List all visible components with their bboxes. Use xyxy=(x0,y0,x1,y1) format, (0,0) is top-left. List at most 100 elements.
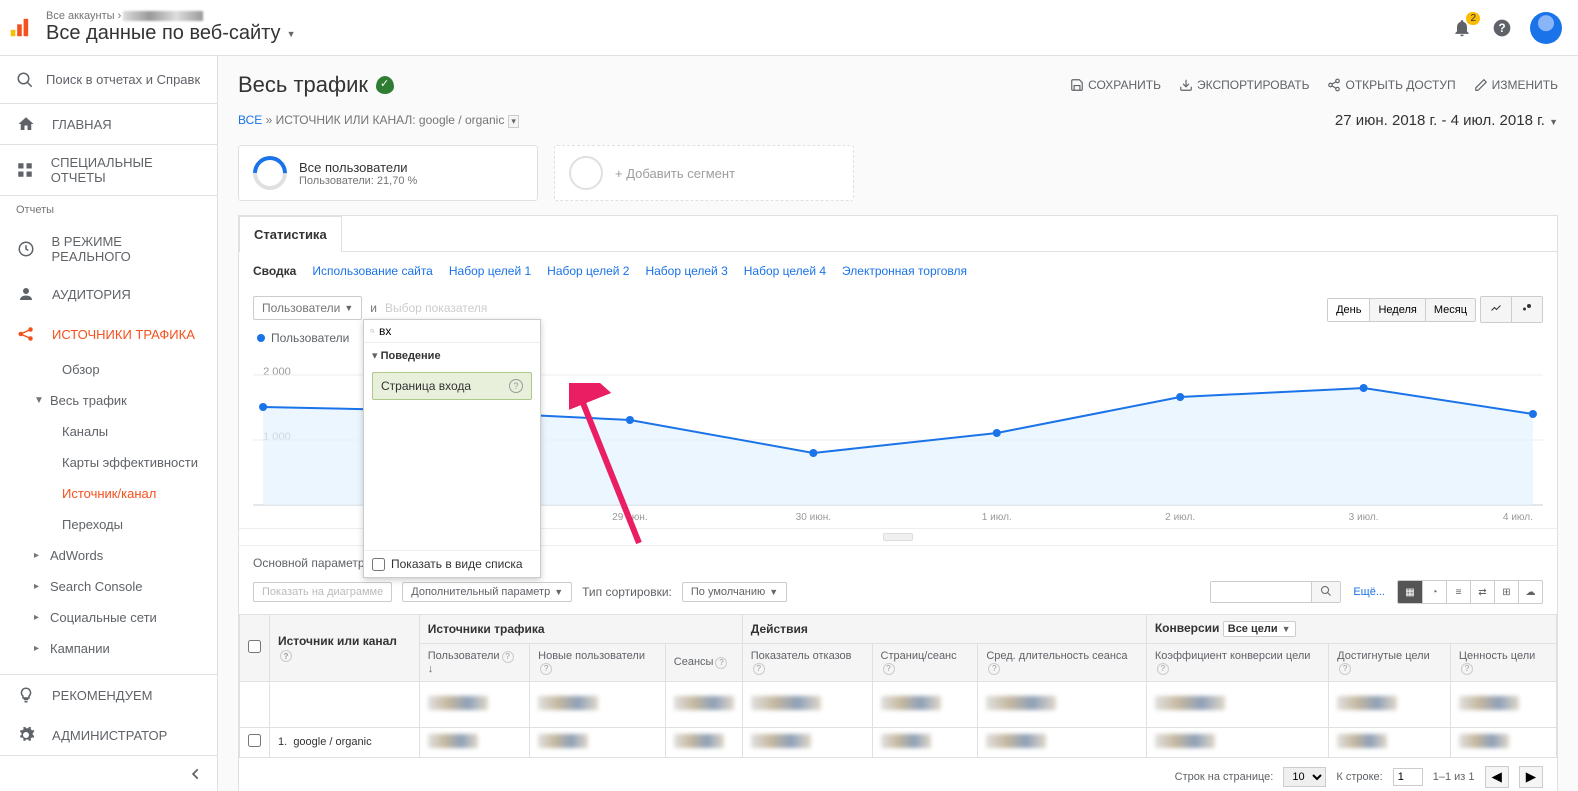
add-segment-button[interactable]: + Добавить сегмент xyxy=(554,145,854,201)
sidebar-discover[interactable]: РЕКОМЕНДУЕМ xyxy=(0,674,217,715)
path-all-link[interactable]: ВСЕ xyxy=(238,113,262,127)
view-pie-icon[interactable]: ◔ xyxy=(1422,581,1446,603)
group-conversions: Конверсии xyxy=(1155,621,1220,635)
help-icon[interactable]: ? xyxy=(280,650,292,662)
sublink-summary[interactable]: Сводка xyxy=(253,264,296,278)
path-dropdown[interactable]: ▾ xyxy=(508,115,519,128)
col-value[interactable]: Ценность цели xyxy=(1459,650,1535,662)
help-icon[interactable]: ? xyxy=(509,379,523,393)
tab-statistics[interactable]: Статистика xyxy=(239,216,342,252)
table-search-input[interactable] xyxy=(1211,582,1311,602)
metric-search-input[interactable] xyxy=(379,324,534,338)
sidebar-audience[interactable]: АУДИТОРИЯ xyxy=(0,274,217,314)
export-button[interactable]: ЭКСПОРТИРОВАТЬ xyxy=(1179,78,1309,92)
col-source[interactable]: Источник или канал xyxy=(278,634,397,648)
help-icon[interactable]: ? xyxy=(988,663,1000,675)
table-row[interactable]: 1. google / organic xyxy=(240,727,1557,757)
sublink-usage[interactable]: Использование сайта xyxy=(312,264,433,278)
notifications-button[interactable]: 2 xyxy=(1450,16,1474,40)
user-avatar[interactable] xyxy=(1530,12,1562,44)
sidebar-custom[interactable]: СПЕЦИАЛЬНЫЕ ОТЧЕТЫ xyxy=(0,144,217,196)
col-users[interactable]: Пользователи xyxy=(428,650,500,662)
help-icon[interactable]: ? xyxy=(502,651,514,663)
rows-per-page-select[interactable]: 10 xyxy=(1283,767,1326,787)
col-avgdur[interactable]: Сред. длительность сеанса xyxy=(986,650,1127,662)
sublink-goals4[interactable]: Набор целей 4 xyxy=(744,264,826,278)
sublink-goals2[interactable]: Набор целей 2 xyxy=(547,264,629,278)
goto-row-input[interactable] xyxy=(1393,768,1423,786)
dropdown-group[interactable]: ▾ Поведение xyxy=(364,343,540,368)
sidebar-sub-source[interactable]: Источник/канал xyxy=(0,478,217,509)
ga-logo[interactable] xyxy=(0,0,38,56)
redacted-cell xyxy=(1459,696,1519,710)
granularity-week[interactable]: Неделя xyxy=(1369,299,1424,321)
view-selector[interactable]: Все данные по веб-сайту ▼ xyxy=(46,22,295,45)
sidebar-acquisition[interactable]: ИСТОЧНИКИ ТРАФИКА xyxy=(0,314,217,354)
metric-2-placeholder[interactable]: Выбор показателя xyxy=(385,301,487,315)
prev-page-button[interactable]: ◀ xyxy=(1485,766,1509,788)
sublink-goals3[interactable]: Набор целей 3 xyxy=(645,264,727,278)
sort-type-dropdown[interactable]: По умолчанию ▼ xyxy=(682,582,787,602)
segment-all-users[interactable]: Все пользователи Пользователи: 21,70 % xyxy=(238,145,538,201)
col-goals[interactable]: Достигнутые цели xyxy=(1337,650,1430,662)
help-icon[interactable]: ? xyxy=(1461,663,1473,675)
sidebar-sub-searchconsole[interactable]: ▸Search Console xyxy=(0,571,217,602)
sidebar-realtime[interactable]: В РЕЖИМЕ РЕАЛЬНОГО xyxy=(0,224,217,274)
edit-button[interactable]: ИЗМЕНИТЬ xyxy=(1474,78,1558,92)
sidebar-sub-campaigns[interactable]: ▸Кампании xyxy=(0,633,217,664)
sidebar-sub-channels[interactable]: Каналы xyxy=(0,416,217,447)
help-icon[interactable]: ? xyxy=(1157,663,1169,675)
show-on-chart-button: Показать на диаграмме xyxy=(253,582,392,602)
drilldown-path: ВСЕ » ИСТОЧНИК ИЛИ КАНАЛ: google / organ… xyxy=(238,113,519,128)
chart-motion-icon[interactable] xyxy=(1511,297,1542,322)
sidebar-sub-overview[interactable]: Обзор xyxy=(0,354,217,385)
goals-dropdown[interactable]: Все цели ▼ xyxy=(1223,621,1296,637)
col-newusers[interactable]: Новые пользователи xyxy=(538,650,645,662)
sidebar-home[interactable]: ГЛАВНАЯ xyxy=(0,104,217,144)
view-cloud-icon[interactable]: ☁ xyxy=(1518,581,1542,603)
view-bar-icon[interactable]: ≡ xyxy=(1446,581,1470,603)
sidebar-admin[interactable]: АДМИНИСТРАТОР xyxy=(0,715,217,755)
chart-line-icon[interactable] xyxy=(1481,297,1511,322)
col-pagesession[interactable]: Страниц/сеанс xyxy=(881,650,957,662)
col-sessions[interactable]: Сеансы xyxy=(674,656,714,668)
search-button[interactable] xyxy=(1311,582,1340,602)
metric-1-dropdown[interactable]: Пользователи▼ xyxy=(253,296,362,320)
sidebar-sub-social[interactable]: ▸Социальные сети xyxy=(0,602,217,633)
sidebar-sub-alltraffic[interactable]: ▼Весь трафик xyxy=(0,385,217,416)
granularity-month[interactable]: Месяц xyxy=(1425,299,1475,321)
help-button[interactable]: ? xyxy=(1490,16,1514,40)
help-icon[interactable]: ? xyxy=(883,663,895,675)
help-icon[interactable]: ? xyxy=(540,663,552,675)
help-icon[interactable]: ? xyxy=(1339,663,1351,675)
advanced-filter[interactable]: Ещё... xyxy=(1353,586,1385,598)
col-bounce[interactable]: Показатель отказов xyxy=(751,650,852,662)
sidebar-sub-adwords[interactable]: ▸AdWords xyxy=(0,540,217,571)
dropdown-item-landing-page[interactable]: Страница входа ? xyxy=(372,372,532,400)
view-table-icon[interactable]: ▦ xyxy=(1398,581,1422,603)
help-icon[interactable]: ? xyxy=(715,657,727,669)
show-as-list-checkbox[interactable] xyxy=(372,558,385,571)
select-all-checkbox[interactable] xyxy=(248,640,261,653)
next-page-button[interactable]: ▶ xyxy=(1519,766,1543,788)
table-search xyxy=(1210,581,1341,603)
help-icon[interactable]: ? xyxy=(753,663,765,675)
search-icon xyxy=(370,325,375,337)
account-breadcrumb[interactable]: Все аккаунты › xyxy=(46,10,295,22)
save-button[interactable]: СОХРАНИТЬ xyxy=(1070,78,1161,92)
row-checkbox[interactable] xyxy=(248,734,261,747)
share-button[interactable]: ОТКРЫТЬ ДОСТУП xyxy=(1327,78,1455,92)
sidebar-sub-treemap[interactable]: Карты эффективности xyxy=(0,447,217,478)
sublink-ecommerce[interactable]: Электронная торговля xyxy=(842,264,967,278)
sidebar-sub-referrals[interactable]: Переходы xyxy=(0,509,217,540)
col-convrate[interactable]: Коэффициент конверсии цели xyxy=(1155,650,1311,662)
sublink-goals1[interactable]: Набор целей 1 xyxy=(449,264,531,278)
resize-handle[interactable] xyxy=(883,533,913,541)
sidebar-search[interactable]: Поиск в отчетах и Справк xyxy=(0,56,217,104)
sidebar-collapse[interactable] xyxy=(0,755,217,791)
granularity-day[interactable]: День xyxy=(1328,299,1369,321)
view-pivot-icon[interactable]: ⊞ xyxy=(1494,581,1518,603)
view-compare-icon[interactable]: ⇄ xyxy=(1470,581,1494,603)
secondary-dimension-dropdown[interactable]: Дополнительный параметр ▼ xyxy=(402,582,572,602)
date-range-picker[interactable]: 27 июн. 2018 г. - 4 июл. 2018 г. ▼ xyxy=(1335,112,1558,129)
